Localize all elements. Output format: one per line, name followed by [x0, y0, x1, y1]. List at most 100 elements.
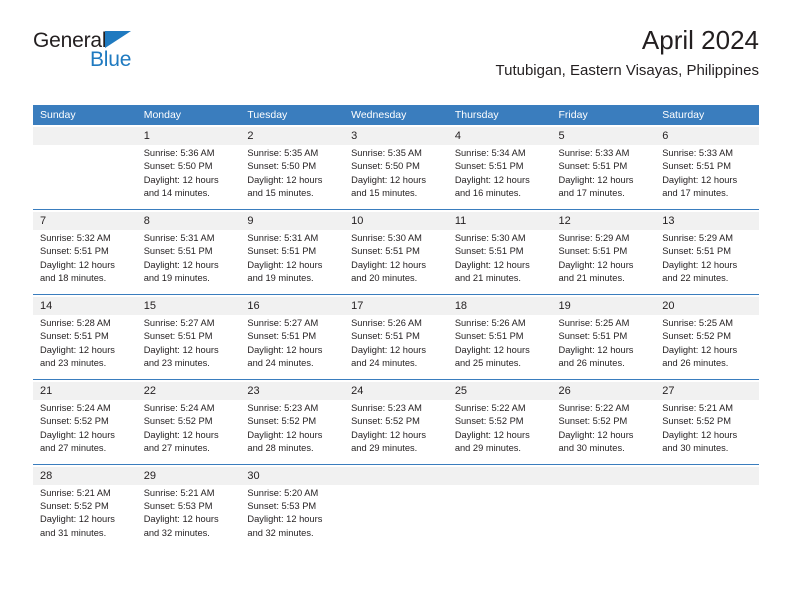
daylight-text-line1: Daylight: 12 hours: [40, 259, 115, 270]
day-number[interactable]: 28: [33, 466, 137, 485]
sunrise-text: Sunrise: 5:22 AM: [558, 402, 630, 413]
day-cell[interactable]: Sunrise: 5:33 AM Sunset: 5:51 PM Daylight:…: [655, 145, 759, 210]
day-cell[interactable]: Sunrise: 5:36 AM Sunset: 5:50 PM Daylight:…: [136, 145, 241, 210]
day-number[interactable]: 16: [240, 296, 345, 315]
day-number[interactable]: 4: [447, 127, 552, 145]
day-number[interactable]: 7: [33, 211, 137, 230]
daylight-text-line2: and 31 minutes.: [40, 527, 107, 538]
day-cell[interactable]: Sunrise: 5:21 AM Sunset: 5:53 PM Daylight:…: [136, 484, 241, 549]
day-cell[interactable]: Sunrise: 5:21 AM Sunset: 5:52 PM Daylight:…: [33, 484, 137, 549]
day-number[interactable]: 23: [240, 381, 345, 400]
day-cell[interactable]: Sunrise: 5:24 AM Sunset: 5:52 PM Daylight:…: [33, 399, 137, 464]
day-number[interactable]: 6: [655, 127, 759, 145]
daylight-text-line2: and 18 minutes.: [40, 273, 107, 284]
day-cell-empty: [344, 484, 448, 549]
sunset-text: Sunset: 5:51 PM: [454, 331, 524, 342]
sunrise-text: Sunrise: 5:31 AM: [143, 232, 215, 243]
day-number[interactable]: 21: [33, 381, 137, 400]
day-cell[interactable]: Sunrise: 5:30 AM Sunset: 5:51 PM Daylight:…: [447, 229, 552, 295]
sunrise-text: Sunrise: 5:25 AM: [662, 317, 734, 328]
day-cell[interactable]: Sunrise: 5:21 AM Sunset: 5:52 PM Daylight:…: [655, 399, 759, 464]
weekday-header-sunday: Sunday: [33, 105, 137, 125]
day-number[interactable]: 19: [551, 296, 656, 315]
day-number[interactable]: 14: [33, 296, 137, 315]
day-cell[interactable]: Sunrise: 5:20 AM Sunset: 5:53 PM Daylight:…: [240, 484, 345, 549]
day-cell[interactable]: Sunrise: 5:34 AM Sunset: 5:51 PM Daylight:…: [447, 145, 552, 210]
day-number[interactable]: 9: [240, 211, 345, 230]
day-number[interactable]: 29: [136, 466, 241, 485]
day-number[interactable]: 2: [240, 127, 345, 145]
day-cell[interactable]: Sunrise: 5:22 AM Sunset: 5:52 PM Daylight:…: [551, 399, 656, 464]
day-number-empty: [447, 466, 552, 485]
sunset-text: Sunset: 5:51 PM: [247, 246, 317, 257]
daylight-text-line1: Daylight: 12 hours: [247, 344, 323, 355]
day-cell[interactable]: Sunrise: 5:26 AM Sunset: 5:51 PM Daylight:…: [447, 314, 552, 380]
daylight-text-line2: and 19 minutes.: [247, 273, 314, 284]
weekday-header-monday: Monday: [136, 105, 241, 125]
day-cell[interactable]: Sunrise: 5:25 AM Sunset: 5:51 PM Daylight:…: [551, 314, 656, 380]
day-cell[interactable]: Sunrise: 5:32 AM Sunset: 5:51 PM Daylight:…: [33, 229, 137, 295]
day-number[interactable]: 24: [344, 381, 448, 400]
sunrise-text: Sunrise: 5:29 AM: [558, 232, 630, 243]
sunset-text: Sunset: 5:51 PM: [143, 331, 213, 342]
day-cell[interactable]: Sunrise: 5:27 AM Sunset: 5:51 PM Daylight:…: [136, 314, 241, 380]
sunrise-text: Sunrise: 5:30 AM: [454, 232, 526, 243]
day-number[interactable]: 18: [447, 296, 552, 315]
day-cell[interactable]: Sunrise: 5:29 AM Sunset: 5:51 PM Daylight:…: [655, 229, 759, 295]
day-cell[interactable]: Sunrise: 5:28 AM Sunset: 5:51 PM Daylight:…: [33, 314, 137, 380]
sunrise-text: Sunrise: 5:23 AM: [247, 402, 319, 413]
day-number[interactable]: 20: [655, 296, 759, 315]
day-number[interactable]: 8: [136, 211, 241, 230]
day-cell-empty: [551, 484, 656, 549]
day-number[interactable]: 1: [136, 127, 241, 145]
day-cell[interactable]: Sunrise: 5:35 AM Sunset: 5:50 PM Daylight:…: [344, 145, 448, 210]
sunrise-text: Sunrise: 5:33 AM: [662, 148, 734, 158]
daylight-text-line2: and 26 minutes.: [662, 358, 729, 369]
daylight-text-line1: Daylight: 12 hours: [351, 344, 427, 355]
daylight-text-line2: and 14 minutes.: [143, 188, 210, 199]
day-number-empty: [551, 466, 656, 485]
daylight-text-line2: and 28 minutes.: [247, 443, 314, 454]
day-cell[interactable]: Sunrise: 5:29 AM Sunset: 5:51 PM Daylight:…: [551, 229, 656, 295]
day-number[interactable]: 15: [136, 296, 241, 315]
day-number[interactable]: 11: [447, 211, 552, 230]
day-cell-empty: [655, 484, 759, 549]
day-number[interactable]: 17: [344, 296, 448, 315]
daylight-text-line2: and 23 minutes.: [40, 358, 107, 369]
day-cell[interactable]: Sunrise: 5:25 AM Sunset: 5:52 PM Daylight:…: [655, 314, 759, 380]
day-number[interactable]: 26: [551, 381, 656, 400]
day-number[interactable]: 5: [551, 127, 656, 145]
sunset-text: Sunset: 5:51 PM: [454, 161, 524, 172]
day-number[interactable]: 30: [240, 466, 345, 485]
daylight-text-line2: and 24 minutes.: [247, 358, 314, 369]
daylight-text-line2: and 17 minutes.: [558, 188, 625, 199]
day-number[interactable]: 25: [447, 381, 552, 400]
day-number[interactable]: 12: [551, 211, 656, 230]
day-cell[interactable]: Sunrise: 5:35 AM Sunset: 5:50 PM Daylight:…: [240, 145, 345, 210]
day-cell[interactable]: Sunrise: 5:22 AM Sunset: 5:52 PM Daylight:…: [447, 399, 552, 464]
sunset-text: Sunset: 5:52 PM: [558, 416, 628, 427]
sunrise-text: Sunrise: 5:26 AM: [351, 317, 422, 328]
day-cell[interactable]: Sunrise: 5:33 AM Sunset: 5:51 PM Daylight:…: [551, 145, 656, 210]
brand-logo[interactable]: General Blue: [33, 30, 233, 86]
day-number-empty: [655, 466, 759, 485]
day-number[interactable]: 13: [655, 211, 759, 230]
day-cell[interactable]: Sunrise: 5:23 AM Sunset: 5:52 PM Daylight:…: [240, 399, 345, 464]
day-cell[interactable]: Sunrise: 5:23 AM Sunset: 5:52 PM Daylight:…: [344, 399, 448, 464]
day-number[interactable]: 27: [655, 381, 759, 400]
day-number[interactable]: 3: [344, 127, 448, 145]
day-cell[interactable]: Sunrise: 5:31 AM Sunset: 5:51 PM Daylight:…: [136, 229, 241, 295]
day-cell[interactable]: Sunrise: 5:27 AM Sunset: 5:51 PM Daylight:…: [240, 314, 345, 380]
day-cell[interactable]: Sunrise: 5:26 AM Sunset: 5:51 PM Daylight:…: [344, 314, 448, 380]
day-number[interactable]: 22: [136, 381, 241, 400]
sunrise-text: Sunrise: 5:29 AM: [662, 232, 734, 243]
daylight-text-line2: and 17 minutes.: [662, 188, 729, 199]
title-block: April 2024 Tutubigan, Eastern Visayas, P…: [496, 25, 760, 79]
daylight-text-line1: Daylight: 12 hours: [247, 429, 323, 440]
day-cell[interactable]: Sunrise: 5:31 AM Sunset: 5:51 PM Daylight:…: [240, 229, 345, 295]
sunset-text: Sunset: 5:51 PM: [143, 246, 213, 257]
day-number[interactable]: 10: [344, 211, 448, 230]
day-cell[interactable]: Sunrise: 5:24 AM Sunset: 5:52 PM Daylight:…: [136, 399, 241, 464]
day-cell[interactable]: Sunrise: 5:30 AM Sunset: 5:51 PM Daylight:…: [344, 229, 448, 295]
sunrise-text: Sunrise: 5:34 AM: [454, 148, 526, 158]
